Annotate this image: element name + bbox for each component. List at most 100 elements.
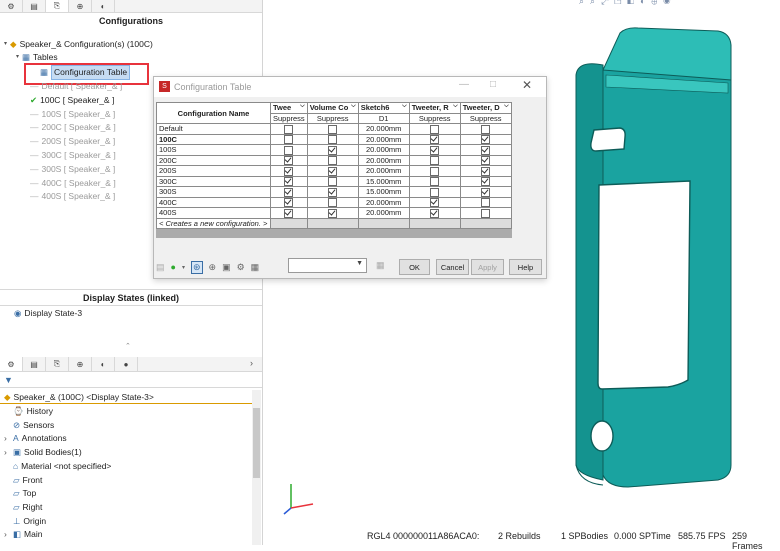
column-dropdown-icon[interactable]: ⌵	[453, 103, 458, 110]
dimension-cell[interactable]: 20.000mm	[357, 196, 410, 209]
expand-arrow-icon[interactable]: ›	[4, 446, 10, 459]
column-header[interactable]: Tweeter, D ⌵	[459, 102, 512, 114]
configuration-item[interactable]: —100S [ Speaker_& ]	[30, 108, 115, 121]
expand-arrow-icon[interactable]: ›	[4, 528, 10, 541]
suppress-checkbox[interactable]	[328, 208, 338, 218]
suppress-checkbox[interactable]	[481, 156, 491, 165]
dimension-cell[interactable]: 20.000mm	[357, 154, 410, 167]
feature-item[interactable]: › ◧ Main	[4, 528, 42, 541]
suppress-checkbox[interactable]	[328, 187, 338, 197]
suppress-checkbox[interactable]	[481, 135, 491, 144]
dimension-cell[interactable]: 20.000mm	[357, 207, 410, 219]
dimension-cell[interactable]: 20.000mm	[357, 123, 410, 135]
suppress-checkbox[interactable]	[481, 198, 491, 207]
help-button[interactable]: Help	[509, 259, 542, 275]
suppress-checkbox[interactable]	[284, 198, 294, 207]
suppress-checkbox[interactable]	[481, 145, 491, 155]
table-options-icon[interactable]: ▤	[156, 262, 165, 273]
minimize-icon[interactable]: —	[459, 79, 469, 90]
suppress-checkbox[interactable]	[430, 124, 440, 134]
suppress-checkbox[interactable]	[284, 166, 294, 176]
property-manager-tab-icon[interactable]: ▤	[23, 357, 46, 371]
feature-item[interactable]: ⊥ Origin	[4, 515, 46, 528]
suppress-checkbox[interactable]	[284, 177, 294, 186]
filter-icon[interactable]: ▼	[4, 375, 13, 385]
configuration-item[interactable]: —400S [ Speaker_& ]	[30, 190, 115, 203]
configuration-item[interactable]: —200S [ Speaker_& ]	[30, 135, 115, 148]
column-header[interactable]: Sketch6 ⌵	[357, 102, 410, 114]
suppress-checkbox[interactable]	[328, 166, 338, 176]
suppress-checkbox[interactable]	[430, 198, 440, 207]
splitter-handle-icon[interactable]: ⌃	[125, 342, 131, 350]
suppress-checkbox[interactable]	[430, 208, 440, 218]
feature-manager-tab-icon[interactable]: ⚙	[0, 357, 23, 371]
column-dropdown-icon[interactable]: ⌵	[300, 103, 305, 110]
config-name-cell[interactable]: 400C	[156, 196, 271, 209]
config-name-cell[interactable]: 300C	[156, 175, 271, 188]
configuration-item[interactable]: —300S [ Speaker_& ]	[30, 163, 115, 176]
suppress-checkbox[interactable]	[481, 177, 491, 186]
feature-item[interactable]: ⊘ Sensors	[4, 419, 54, 432]
new-config-row[interactable]: < Creates a new configuration. >	[156, 217, 512, 229]
dimension-cell[interactable]: 20.000mm	[357, 144, 410, 156]
dimension-cell[interactable]: 15.000mm	[357, 175, 410, 188]
dropdown-arrow-icon[interactable]: ▾	[182, 264, 185, 271]
suppress-checkbox[interactable]	[328, 145, 338, 155]
suppress-checkbox[interactable]	[430, 166, 440, 176]
display-state-item[interactable]: ◉ Display State-3	[14, 307, 82, 320]
suppress-checkbox[interactable]	[284, 145, 294, 155]
config-name-cell[interactable]: 100C	[156, 133, 271, 146]
feature-item[interactable]: ▱ Top	[4, 487, 36, 500]
feature-item[interactable]: › ▣ Solid Bodies(1)	[4, 446, 82, 459]
ok-button[interactable]: OK	[399, 259, 430, 275]
new-config-cell[interactable]: < Creates a new configuration. >	[156, 217, 271, 229]
config-name-cell[interactable]: 200S	[156, 165, 271, 177]
feature-manager-tab-icon[interactable]: ⚙	[0, 0, 23, 12]
suppress-checkbox[interactable]	[284, 124, 294, 134]
parameters-icon[interactable]: ▣	[222, 262, 231, 273]
suppress-checkbox[interactable]	[328, 198, 338, 207]
suppress-checkbox[interactable]	[481, 187, 491, 197]
view-toolbar-icons[interactable]: ⌕⌕⤢◳◧◐⊕◉	[579, 0, 676, 7]
apply-button[interactable]: Apply	[471, 259, 504, 275]
suppress-checkbox[interactable]	[284, 208, 294, 218]
configuration-item[interactable]: —200C [ Speaker_& ]	[30, 121, 116, 134]
display-manager-tab-icon[interactable]: ◐	[92, 0, 115, 12]
suppress-checkbox[interactable]	[430, 145, 440, 155]
configuration-manager-tab-icon[interactable]: ⎘	[46, 357, 69, 371]
appearance-tab-icon[interactable]: ●	[115, 357, 138, 371]
dimxpert-tab-icon[interactable]: ⊕	[69, 357, 92, 371]
suppress-checkbox[interactable]	[430, 177, 440, 186]
suppress-checkbox[interactable]	[328, 156, 338, 165]
collapse-arrow-icon[interactable]: ▾	[4, 38, 7, 51]
maximize-icon[interactable]: □	[490, 79, 496, 90]
column-dropdown-icon[interactable]: ⌵	[402, 103, 407, 110]
column-dropdown-icon[interactable]: ⌵	[504, 103, 509, 110]
cancel-button[interactable]: Cancel	[436, 259, 469, 275]
view-settings-icon[interactable]: ⊛	[190, 260, 203, 274]
column-dropdown-icon[interactable]: ⌵	[351, 103, 356, 110]
column-header[interactable]: Tweeter, R ⌵	[408, 102, 461, 114]
configuration-item[interactable]: —400C [ Speaker_& ]	[30, 177, 116, 190]
config-name-cell[interactable]: Default	[156, 123, 271, 135]
feature-item[interactable]: ⌚ History	[4, 405, 53, 418]
configuration-item[interactable]: —300C [ Speaker_& ]	[30, 149, 116, 162]
suppress-checkbox[interactable]	[481, 208, 491, 218]
suppress-checkbox[interactable]	[284, 156, 294, 165]
table-view-icon[interactable]: ▦	[251, 262, 260, 273]
expand-arrow-icon[interactable]: ›	[250, 358, 253, 368]
configuration-manager-tab-icon[interactable]: ⎘	[46, 0, 69, 12]
feature-item[interactable]: ▱ Right	[4, 501, 42, 514]
suppress-checkbox[interactable]	[481, 124, 491, 134]
collapse-arrow-icon[interactable]: ▾	[16, 51, 19, 64]
suppress-checkbox[interactable]	[328, 124, 338, 134]
config-name-cell[interactable]: 200C	[156, 154, 271, 167]
expand-arrow-icon[interactable]: ›	[4, 432, 10, 445]
dimension-cell[interactable]: 15.000mm	[357, 186, 410, 198]
config-name-cell[interactable]: 300S	[156, 186, 271, 198]
dimension-cell[interactable]: 20.000mm	[357, 133, 410, 146]
property-manager-tab-icon[interactable]: ▤	[23, 0, 46, 12]
suppress-toggle-icon[interactable]: ●	[171, 262, 176, 272]
suppress-checkbox[interactable]	[328, 177, 338, 186]
config-name-cell[interactable]: 400S	[156, 207, 271, 219]
